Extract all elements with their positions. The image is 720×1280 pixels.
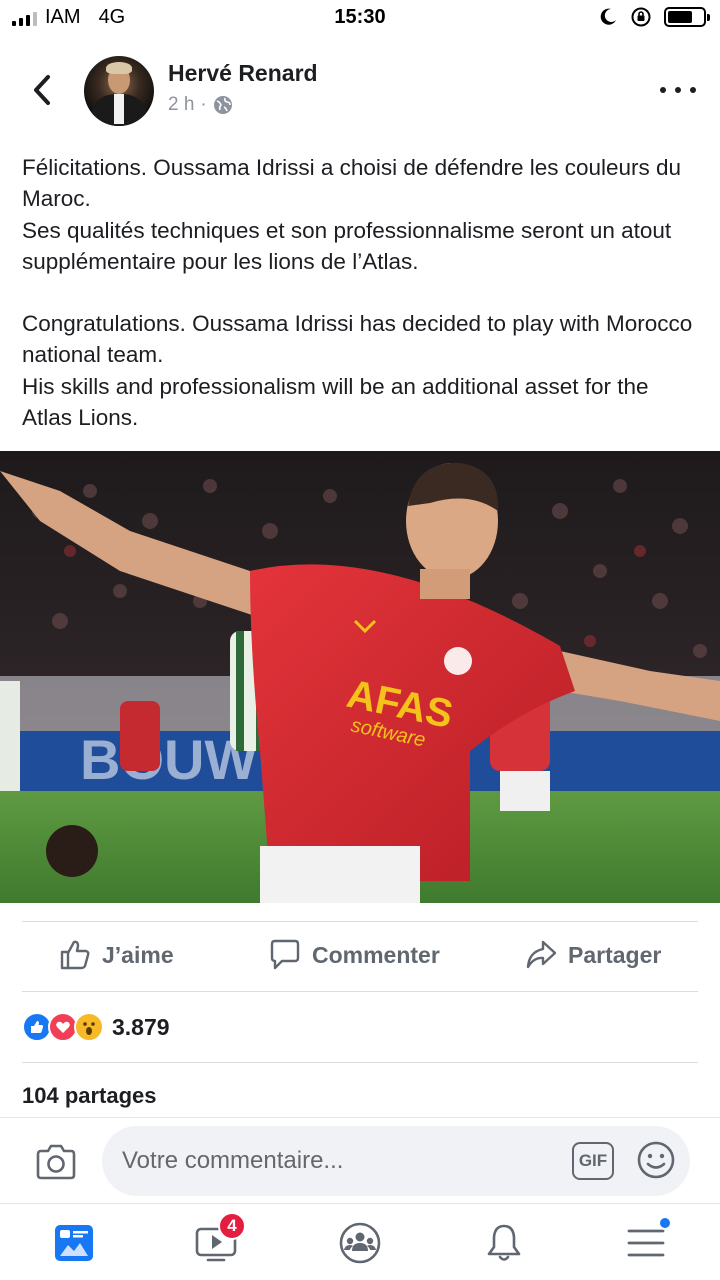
meta-separator: ·	[200, 94, 207, 115]
post-paragraph-en-2: His skills and professionalism will be a…	[22, 373, 649, 431]
shares-count[interactable]: 104 partages	[22, 1083, 157, 1109]
comment-icon	[270, 939, 300, 970]
back-button[interactable]	[22, 70, 62, 110]
chevron-left-icon	[34, 75, 50, 105]
tab-watch[interactable]: 4	[192, 1212, 246, 1266]
author-name[interactable]: Hervé Renard	[168, 60, 318, 87]
watch-notification-badge: 4	[218, 1212, 246, 1240]
comment-bar: GIF	[0, 1117, 720, 1203]
post-paragraph-fr-2: Ses qualités techniques et son professio…	[22, 217, 672, 274]
status-bar: IAM 4G 15:30	[0, 0, 720, 36]
smiley-icon	[637, 1141, 675, 1179]
hamburger-menu-icon	[627, 1229, 665, 1257]
comment-button[interactable]: Commenter	[268, 938, 440, 972]
globe-icon	[213, 96, 232, 114]
tab-news-feed[interactable]	[50, 1220, 98, 1266]
news-feed-icon	[55, 1225, 93, 1261]
thumbs-up-icon	[60, 940, 90, 970]
reaction-count: 3.879	[112, 1013, 170, 1040]
post-actions: J’aime Commenter Partager	[0, 922, 720, 992]
divider	[22, 1062, 698, 1063]
post-paragraph-fr-1: Félicitations. Oussama Idrissi a choisi …	[22, 155, 682, 212]
emoji-button[interactable]	[636, 1140, 676, 1180]
groups-icon	[339, 1222, 381, 1264]
battery-icon	[664, 7, 710, 27]
tab-notifications[interactable]	[480, 1220, 528, 1266]
post-header: Hervé Renard 2 h ·	[0, 52, 720, 132]
like-label: J’aime	[102, 941, 174, 968]
share-label: Partager	[568, 941, 662, 968]
moon-icon	[600, 8, 616, 25]
wow-reaction-icon	[74, 1012, 104, 1042]
camera-button[interactable]	[34, 1142, 78, 1182]
post-photo[interactable]: BOUW AFAS software	[0, 451, 720, 903]
tab-menu[interactable]	[622, 1216, 672, 1266]
photo-illustration: BOUW AFAS software	[0, 451, 720, 903]
more-options-button[interactable]	[660, 78, 696, 102]
share-button[interactable]: Partager	[524, 938, 661, 972]
tab-groups[interactable]	[336, 1220, 384, 1266]
camera-icon	[36, 1144, 76, 1180]
orientation-lock-icon	[631, 7, 651, 27]
share-arrow-icon	[526, 940, 557, 969]
post-meta: 2 h ·	[168, 94, 233, 116]
reactions-summary[interactable]: 3.879	[22, 1010, 170, 1044]
post-text: Félicitations. Oussama Idrissi a choisi …	[22, 152, 702, 433]
like-button[interactable]: J’aime	[58, 938, 174, 972]
status-right	[598, 6, 710, 28]
bottom-nav: 4	[0, 1203, 720, 1280]
post-paragraph-en-1: Congratulations. Oussama Idrissi has dec…	[22, 311, 693, 368]
comment-label: Commenter	[312, 941, 440, 968]
divider	[22, 991, 698, 992]
bell-icon	[487, 1224, 521, 1261]
menu-notification-dot	[658, 1216, 672, 1230]
post-time[interactable]: 2 h	[168, 94, 194, 116]
gif-button[interactable]: GIF	[572, 1142, 614, 1180]
avatar[interactable]	[84, 56, 154, 126]
